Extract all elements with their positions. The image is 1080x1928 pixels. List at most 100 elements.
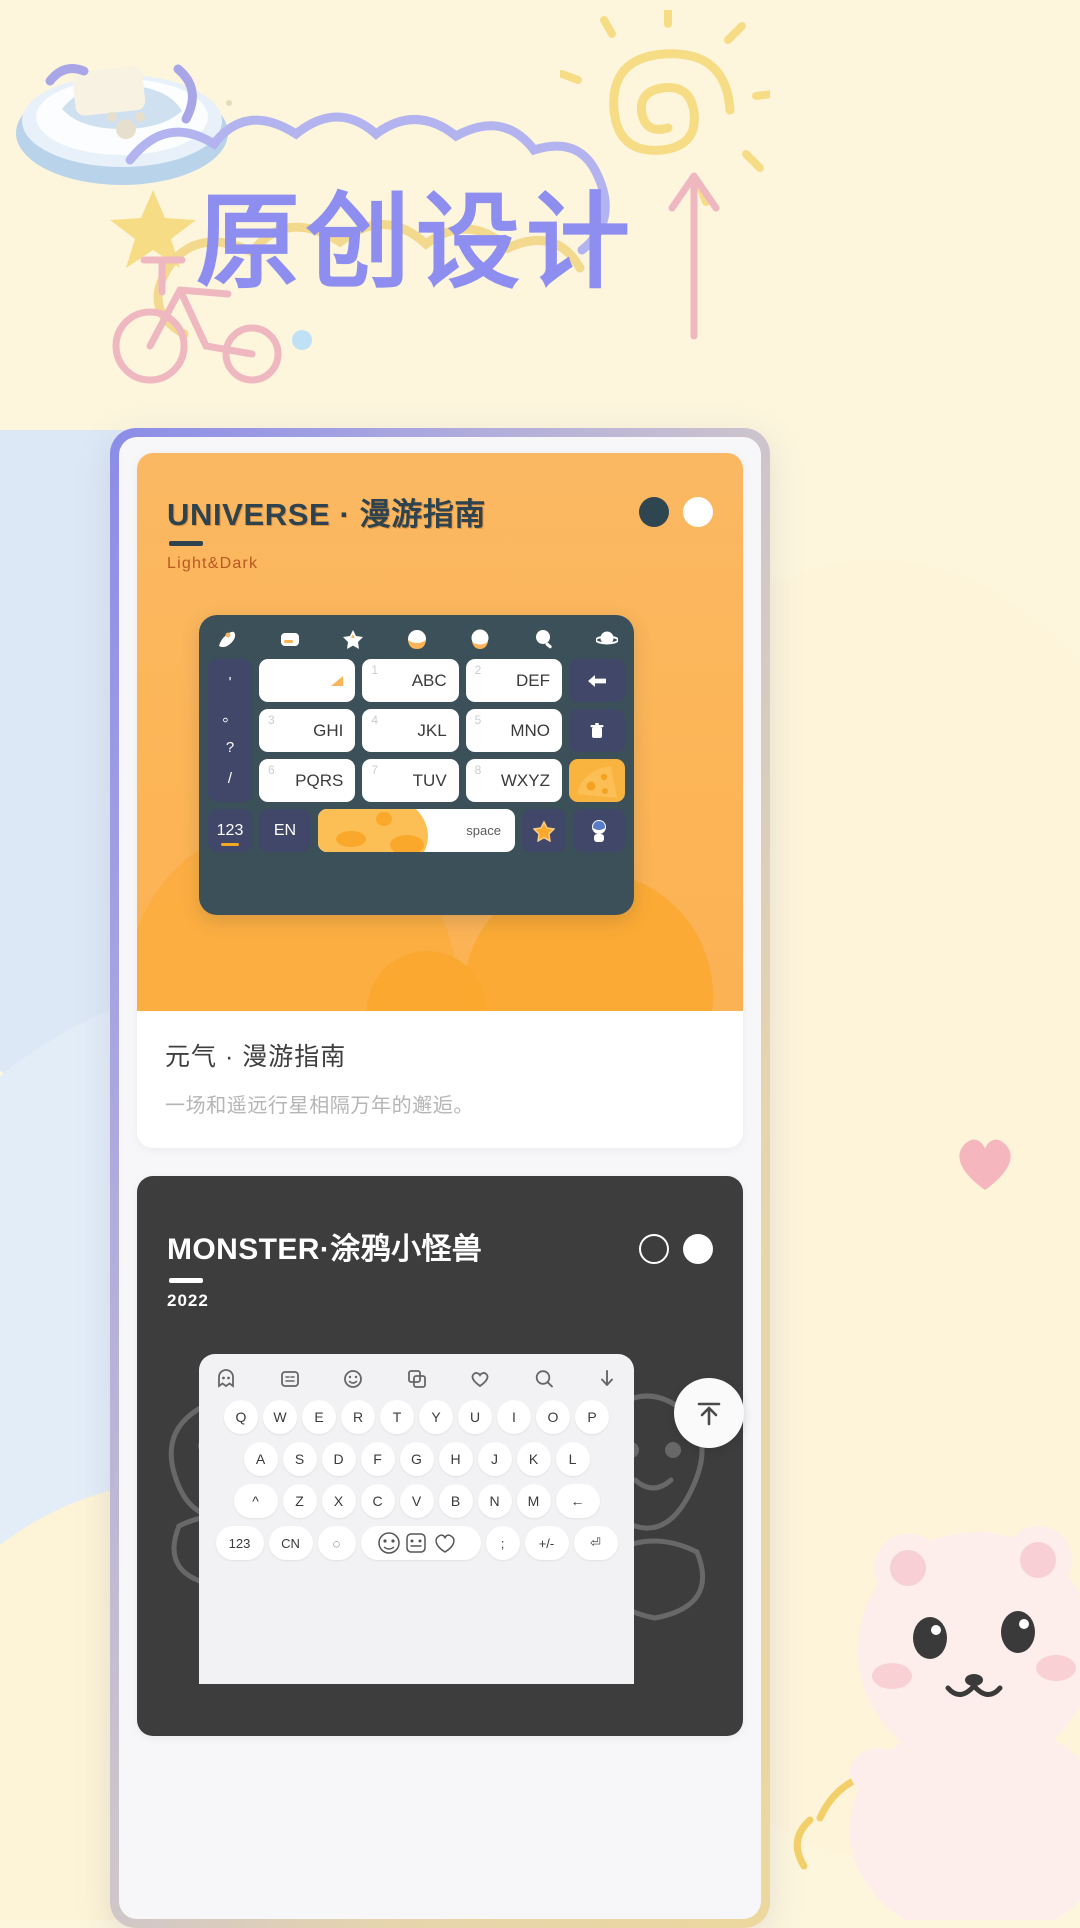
key-y[interactable]: Y [419,1400,453,1434]
t9-key-number: 8 [474,763,482,777]
key-n[interactable]: N [477,1484,512,1518]
key-k[interactable]: K [516,1442,551,1476]
key-a[interactable]: A [243,1442,278,1476]
space-key[interactable] [360,1526,481,1560]
key-q[interactable]: Q [224,1400,258,1434]
rocket-icon[interactable] [215,628,237,650]
key-t[interactable]: T [380,1400,414,1434]
t9-bottom-row: 123 EN space [208,809,625,852]
planet-icon[interactable] [469,628,491,650]
language-key[interactable]: CN [268,1526,313,1560]
language-key[interactable]: EN [259,809,311,852]
key-i[interactable]: I [497,1400,531,1434]
keyboard-toolbar-row [208,625,625,659]
heart-icon[interactable] [469,1368,491,1390]
key-p[interactable]: P [575,1400,609,1434]
t9-key-wxyz[interactable]: 8 WXYZ [465,759,562,802]
symbol-column[interactable]: ' 。 ? / [208,659,252,802]
key-d[interactable]: D [321,1442,356,1476]
mode-dot-filled[interactable] [683,1234,713,1264]
arrow-up-icon [697,1402,721,1426]
key-o[interactable]: O [536,1400,570,1434]
star-icon[interactable] [342,628,364,650]
key-h[interactable]: H [438,1442,473,1476]
t9-function-column [569,659,625,802]
universe-subtitle: Light&Dark [167,555,259,572]
search-icon[interactable] [533,628,555,650]
t9-key-label: JKL [417,720,447,740]
enter-key[interactable]: ⏎ [573,1526,618,1560]
symbol-key-period[interactable]: 。 [222,705,237,726]
t9-key-ghi[interactable]: 3 GHI [259,709,356,752]
plus-minus-key[interactable]: +/- [524,1526,569,1560]
smiley-icon[interactable] [342,1368,364,1390]
key-e[interactable]: E [302,1400,336,1434]
key-m[interactable]: M [516,1484,551,1518]
key-w[interactable]: W [263,1400,297,1434]
emoji-key[interactable]: ◌ [317,1526,356,1560]
scroll-to-top-button[interactable] [674,1378,744,1448]
key-b[interactable]: B [438,1484,473,1518]
mode-dot-light[interactable] [683,497,713,527]
key-r[interactable]: R [341,1400,375,1434]
key-g[interactable]: G [399,1442,434,1476]
backspace-icon[interactable] [569,659,625,702]
mascot-illustration [793,1526,1080,1920]
key-z[interactable]: Z [282,1484,317,1518]
blue-dot-doodle [292,330,312,350]
t9-key-def[interactable]: 2 DEF [465,659,562,702]
page-headline: 原创设计 [196,181,716,306]
sticker-icon[interactable] [279,1368,301,1390]
mode-toggle-monster[interactable] [639,1234,713,1264]
download-icon[interactable] [596,1368,618,1390]
t9-keyboard-body: ' 。 ? / 1 ABC 2 DEF 3 GHI 4 JKL 5 MNO 6 … [208,659,625,802]
space-key[interactable]: space [318,809,515,852]
sticker-star-key[interactable] [522,809,566,852]
t9-key-mno[interactable]: 5 MNO [465,709,562,752]
t9-key-pqrs[interactable]: 6 PQRS [259,759,356,802]
key-c[interactable]: C [360,1484,395,1518]
t9-key-abc[interactable]: 1 ABC [362,659,459,702]
theme-card-monster[interactable]: MONSTER·涂鸦小怪兽 2022 Q W E R T Y U I O P A… [137,1176,743,1736]
mode-dot-outline[interactable] [639,1234,669,1264]
monster-subtitle: 2022 [167,1291,209,1310]
title-underline-accent [169,541,203,546]
keyboard-icon[interactable] [279,628,301,650]
mode-dot-dark[interactable] [639,497,669,527]
semicolon-key[interactable]: ; [485,1526,520,1560]
t9-key-blank[interactable] [259,659,356,702]
theme-card-universe[interactable]: UNIVERSE · 漫游指南 Light&Dark ' 。 ? / 1 ABC… [137,453,743,1148]
qwerty-keyboard-preview: Q W E R T Y U I O P A S D F G H J K L ^ … [199,1354,634,1684]
search-icon[interactable] [533,1368,555,1390]
t9-key-tuv[interactable]: 7 TUV [362,759,459,802]
t9-key-label: TUV [412,770,447,790]
planet-crater-2 [390,835,424,852]
t9-key-jkl[interactable]: 4 JKL [362,709,459,752]
trash-icon[interactable] [569,709,625,752]
key-x[interactable]: X [321,1484,356,1518]
key-l[interactable]: L [555,1442,590,1476]
key-s[interactable]: S [282,1442,317,1476]
symbol-key-question[interactable]: ? [226,739,234,756]
cheese-icon[interactable] [569,759,625,802]
qwerty-row-1: Q W E R T Y U I O P [207,1400,626,1434]
numeric-mode-key[interactable]: 123 [215,1526,264,1560]
symbol-key-slash[interactable]: / [228,770,232,787]
key-u[interactable]: U [458,1400,492,1434]
planet-crater-1 [336,831,366,847]
t9-key-label: MNO [510,720,550,740]
mode-toggle-universe[interactable] [639,497,713,527]
shift-key[interactable]: ^ [233,1484,278,1518]
backspace-key[interactable]: ← [555,1484,600,1518]
numeric-mode-key[interactable]: 123 [208,809,252,852]
key-v[interactable]: V [399,1484,434,1518]
symbol-key-apostrophe[interactable]: ' [229,674,232,691]
astronaut-icon[interactable] [573,809,625,852]
saturn-icon[interactable] [595,628,619,650]
clipboard-icon[interactable] [406,1368,428,1390]
key-j[interactable]: J [477,1442,512,1476]
t9-key-number: 1 [371,663,379,677]
ghost-icon[interactable] [215,1368,237,1390]
key-f[interactable]: F [360,1442,395,1476]
moon-icon[interactable] [406,628,428,650]
